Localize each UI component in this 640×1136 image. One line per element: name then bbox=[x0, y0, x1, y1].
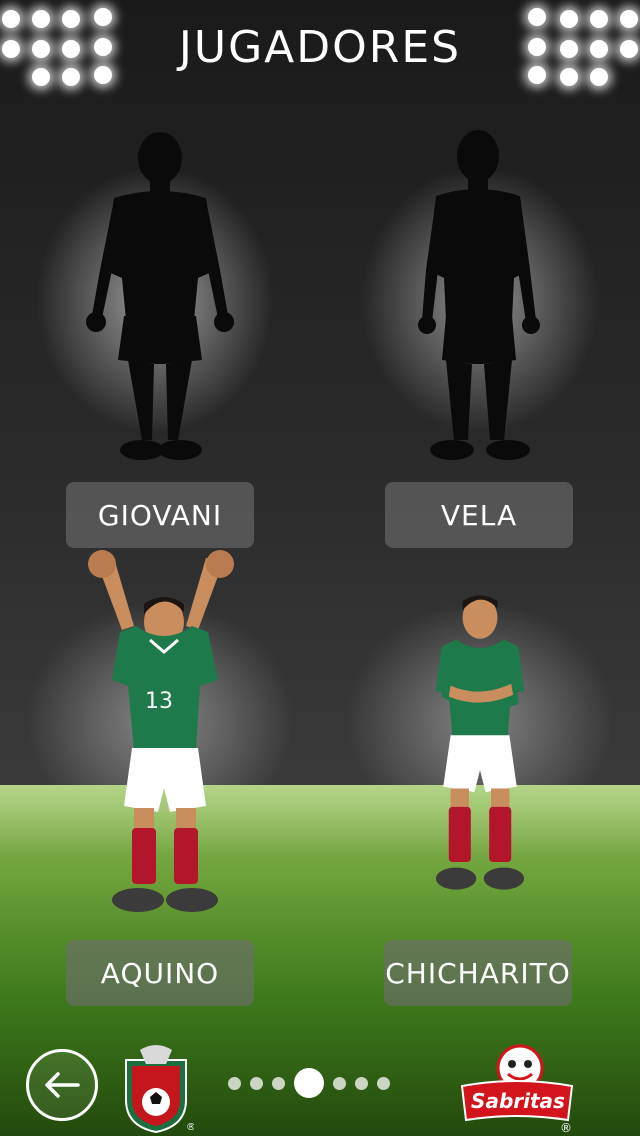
back-button[interactable] bbox=[26, 1049, 98, 1121]
jersey-number: 13 bbox=[145, 689, 173, 714]
svg-text:Sabritas: Sabritas bbox=[471, 1089, 565, 1113]
locked-player-silhouette bbox=[418, 130, 540, 460]
page-dot[interactable] bbox=[272, 1076, 285, 1090]
player-name-plate: GIOVANI bbox=[66, 482, 254, 548]
page-dot[interactable] bbox=[250, 1076, 263, 1090]
bottom-bar: ® Sabritas ® bbox=[0, 1030, 640, 1136]
locked-player-silhouette bbox=[86, 132, 234, 460]
player-name-plate: VELA bbox=[385, 482, 573, 548]
page-dot[interactable] bbox=[377, 1076, 390, 1090]
page-dot[interactable] bbox=[355, 1076, 368, 1090]
player-name-plate: AQUINO bbox=[66, 940, 254, 1006]
player-avatar-chicharito bbox=[435, 595, 525, 890]
page-indicator bbox=[228, 1068, 390, 1098]
page-title: JUGADORES bbox=[178, 22, 462, 73]
fmf-crest-icon: ® bbox=[125, 1045, 194, 1134]
arrow-left-icon bbox=[45, 1072, 80, 1098]
sabritas-logo: Sabritas ® bbox=[460, 1044, 574, 1135]
svg-text:®: ® bbox=[560, 1121, 572, 1135]
player-avatar-aquino: 13 bbox=[88, 550, 234, 912]
page-dot[interactable] bbox=[228, 1076, 241, 1090]
page-dot[interactable] bbox=[333, 1076, 346, 1090]
player-name-plate: CHICHARITO bbox=[384, 940, 572, 1006]
page-dot-active[interactable] bbox=[294, 1068, 324, 1098]
svg-text:®: ® bbox=[186, 1122, 194, 1133]
